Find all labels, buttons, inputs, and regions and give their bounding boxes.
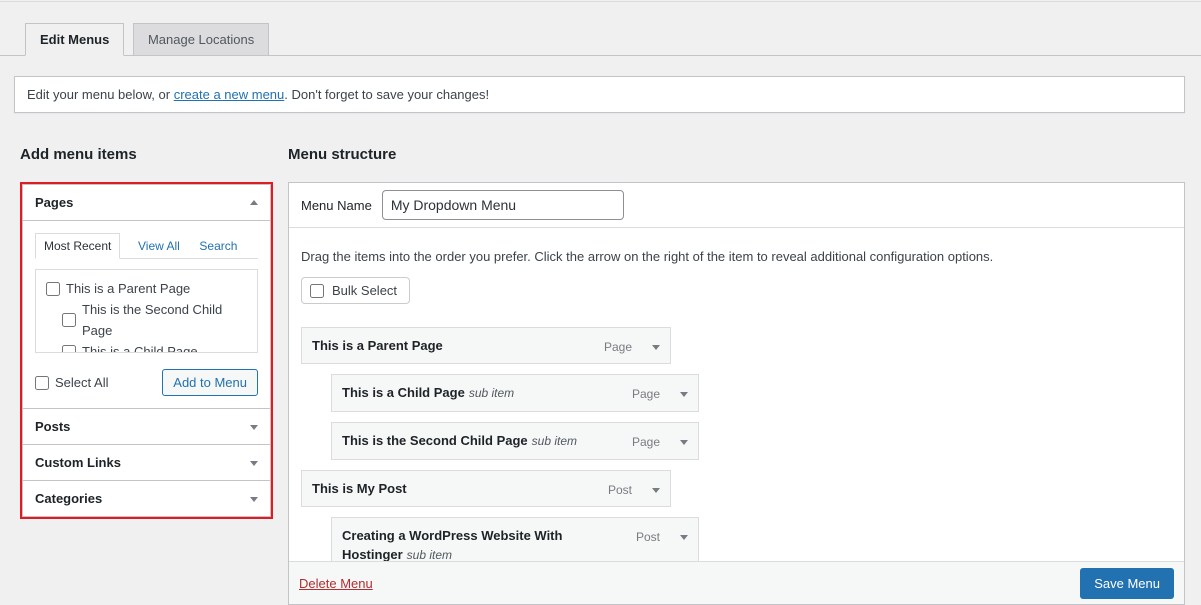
chevron-down-icon[interactable]	[652, 345, 660, 350]
top-divider	[0, 1, 1201, 2]
screen-tabs: Edit Menus Manage Locations	[0, 0, 1201, 56]
add-menu-items-column: Add menu items Pages Most Recent View Al…	[20, 146, 273, 519]
pages-panel-footer: Select All Add to Menu	[35, 369, 258, 396]
notice-text-post: . Don't forget to save your changes!	[284, 87, 489, 102]
select-all-checkbox[interactable]	[35, 376, 49, 390]
menu-item-sub-label: sub item	[469, 386, 514, 400]
menu-item-controls: Page	[632, 383, 688, 401]
annotation-red-box: Pages Most Recent View All Search This i…	[20, 182, 273, 519]
menu-name-label: Menu Name	[301, 198, 372, 213]
checkbox-second-child-page[interactable]	[62, 313, 76, 327]
tab-most-recent[interactable]: Most Recent	[35, 233, 120, 259]
menu-item-label: This is My Post	[312, 481, 407, 496]
list-item: This is the Second Child Page	[62, 299, 247, 341]
menu-footer-bar: Delete Menu Save Menu	[289, 561, 1184, 604]
menu-item-text: This is a Parent Page	[312, 336, 443, 355]
menu-body: Drag the items into the order you prefer…	[289, 228, 1184, 563]
save-menu-button[interactable]: Save Menu	[1080, 568, 1174, 599]
page-item-label: This is a Parent Page	[66, 278, 190, 299]
chevron-up-icon	[250, 200, 258, 205]
pages-checkbox-list: This is a Parent Page This is the Second…	[35, 269, 258, 353]
menu-item-text: This is the Second Child Page sub item	[342, 431, 577, 451]
menu-item-controls: Page	[604, 336, 660, 354]
create-new-menu-link[interactable]: create a new menu	[174, 87, 285, 102]
menu-item-hostinger-post[interactable]: Creating a WordPress Website With Hostin…	[331, 517, 699, 563]
select-all-control[interactable]: Select All	[35, 375, 108, 390]
menu-item-label: This is a Child Page	[342, 385, 465, 400]
menu-item-text: Creating a WordPress Website With Hostin…	[342, 526, 594, 563]
menu-structure-heading: Menu structure	[288, 146, 1185, 164]
accordion-posts-header[interactable]: Posts	[22, 408, 271, 445]
menu-name-row: Menu Name	[289, 183, 1184, 228]
list-item: This is a Child Page	[62, 341, 247, 353]
menu-item-type: Post	[608, 483, 632, 497]
menu-item-controls: Post	[636, 526, 688, 544]
tab-edit-menus[interactable]: Edit Menus	[25, 23, 124, 56]
posts-title: Posts	[35, 419, 70, 434]
chevron-down-icon[interactable]	[680, 392, 688, 397]
add-to-menu-button[interactable]: Add to Menu	[162, 369, 258, 396]
pages-panel-body: Most Recent View All Search This is a Pa…	[22, 221, 271, 409]
notice-text-pre: Edit your menu below, or	[27, 87, 174, 102]
chevron-down-icon[interactable]	[680, 440, 688, 445]
chevron-down-icon[interactable]	[652, 488, 660, 493]
accordion-custom-links-header[interactable]: Custom Links	[22, 444, 271, 481]
menu-item-type: Page	[604, 340, 632, 354]
menu-item-text: This is My Post	[312, 479, 407, 498]
menu-item-type: Post	[636, 530, 660, 544]
accordion-pages-header[interactable]: Pages	[22, 184, 271, 221]
menu-item-text: This is a Child Page sub item	[342, 383, 514, 403]
chevron-down-icon[interactable]	[680, 535, 688, 540]
pages-title: Pages	[35, 195, 73, 210]
menu-item-controls: Page	[632, 431, 688, 449]
bulk-select-label: Bulk Select	[332, 283, 397, 298]
menu-items-list: This is a Parent Page Page This is a Chi…	[301, 327, 1172, 563]
select-all-label: Select All	[55, 375, 108, 390]
chevron-down-icon	[250, 497, 258, 502]
menu-item-parent-page[interactable]: This is a Parent Page Page	[301, 327, 671, 364]
menu-item-sub-label: sub item	[407, 548, 452, 562]
menu-item-type: Page	[632, 435, 660, 449]
custom-links-title: Custom Links	[35, 455, 121, 470]
menu-structure-column: Menu structure Menu Name Drag the items …	[288, 146, 1185, 605]
menu-item-controls: Post	[608, 479, 660, 497]
page-item-label: This is a Child Page	[82, 341, 198, 353]
menu-item-label: This is a Parent Page	[312, 338, 443, 353]
list-item: This is a Parent Page	[46, 278, 247, 299]
menu-editor-panel: Menu Name Drag the items into the order …	[288, 182, 1185, 605]
drag-instructions: Drag the items into the order you prefer…	[301, 249, 1172, 264]
menu-item-my-post[interactable]: This is My Post Post	[301, 470, 671, 507]
menu-item-label: This is the Second Child Page	[342, 433, 528, 448]
accordion-categories-header[interactable]: Categories	[22, 480, 271, 517]
bulk-select-toggle[interactable]: Bulk Select	[301, 277, 410, 304]
pages-inner-tabs: Most Recent View All Search	[35, 233, 258, 259]
checkbox-parent-page[interactable]	[46, 282, 60, 296]
tab-view-all[interactable]: View All	[136, 234, 182, 258]
menu-item-type: Page	[632, 387, 660, 401]
menu-name-input[interactable]	[382, 190, 624, 220]
categories-title: Categories	[35, 491, 102, 506]
delete-menu-link[interactable]: Delete Menu	[299, 576, 373, 591]
page-item-label: This is the Second Child Page	[82, 299, 247, 341]
menu-item-child-page[interactable]: This is a Child Page sub item Page	[331, 374, 699, 412]
tab-search[interactable]: Search	[197, 234, 239, 258]
add-menu-items-heading: Add menu items	[20, 146, 273, 164]
menu-item-sub-label: sub item	[532, 434, 577, 448]
checkbox-child-page[interactable]	[62, 345, 76, 354]
chevron-down-icon	[250, 425, 258, 430]
bulk-select-checkbox[interactable]	[310, 284, 324, 298]
chevron-down-icon	[250, 461, 258, 466]
menu-item-second-child-page[interactable]: This is the Second Child Page sub item Pa…	[331, 422, 699, 460]
tab-manage-locations[interactable]: Manage Locations	[133, 23, 269, 56]
menu-item-label: Creating a WordPress Website With Hostin…	[342, 528, 562, 562]
notice-bar: Edit your menu below, or create a new me…	[14, 76, 1185, 113]
